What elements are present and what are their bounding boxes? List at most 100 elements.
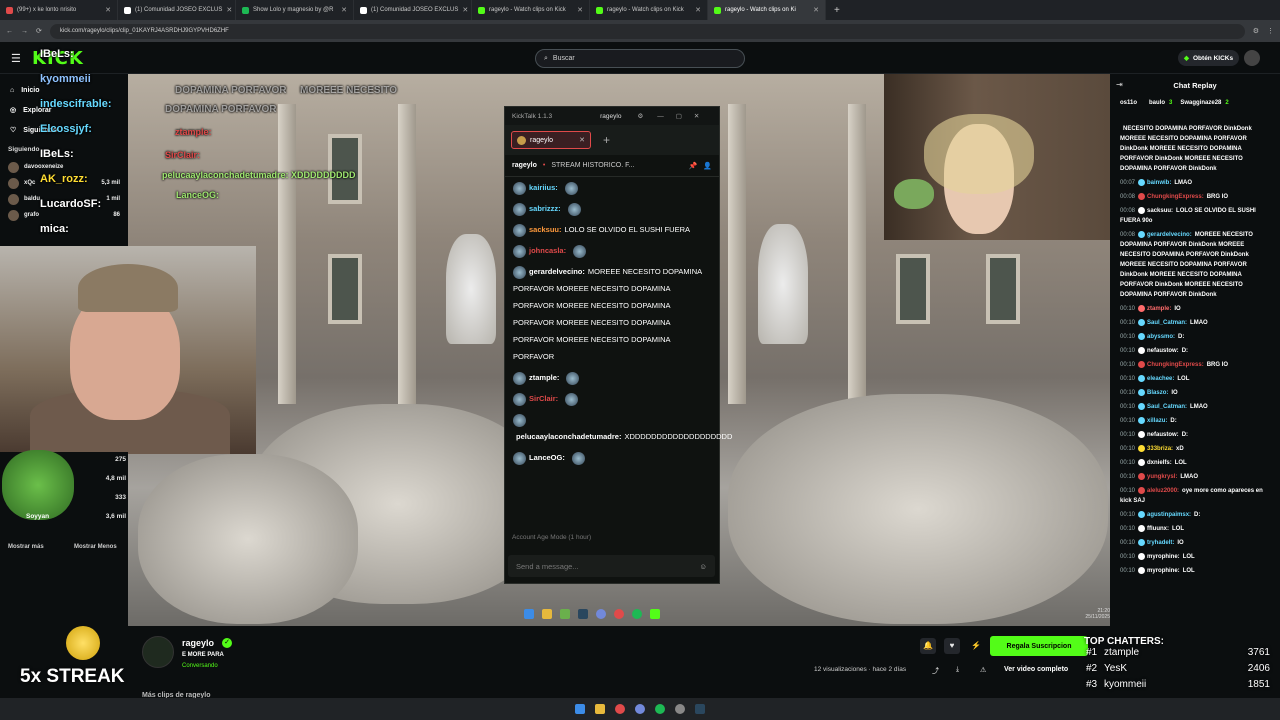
collapse-chat-icon[interactable]: ⇥ bbox=[1116, 80, 1123, 89]
chat-username[interactable]: yungkrysl: bbox=[1147, 474, 1177, 480]
chat-username[interactable]: pelucaaylaconchadetumadre: bbox=[516, 432, 621, 441]
chat-input[interactable]: Send a message... ☺ bbox=[508, 555, 715, 577]
minimize-icon[interactable]: — bbox=[657, 113, 664, 120]
user-avatar[interactable] bbox=[1244, 50, 1260, 66]
emote-picker-icon[interactable]: ☺ bbox=[699, 562, 707, 571]
browser-tab[interactable]: rageylo - Watch clips on Kick ✕ bbox=[472, 0, 590, 20]
chat-username[interactable]: gerardelvecino: bbox=[1147, 232, 1192, 238]
overlay-text: DOPAMINA PORFAVOR bbox=[165, 104, 277, 115]
chat-username[interactable]: sabrizzz: bbox=[529, 204, 561, 213]
gift-icon[interactable]: ⚡ bbox=[968, 638, 984, 654]
back-icon[interactable]: ← bbox=[6, 28, 13, 35]
close-tab-icon[interactable]: ✕ bbox=[226, 6, 232, 14]
chat-username[interactable]: dxnielfs: bbox=[1147, 460, 1172, 466]
chat-username[interactable]: ffluunx: bbox=[1147, 526, 1169, 532]
chat-username[interactable]: nefaustow: bbox=[1147, 432, 1179, 438]
chat-username[interactable]: gerardelvecino: bbox=[529, 267, 585, 276]
maximize-icon[interactable]: ▢ bbox=[676, 112, 682, 120]
chat-username[interactable]: bainwib: bbox=[1147, 180, 1171, 186]
sidebar-item-following[interactable]: 4,8 mil bbox=[70, 469, 126, 488]
chat-username[interactable]: johncasla: bbox=[529, 246, 566, 255]
pin-icon[interactable]: 📌 bbox=[689, 162, 698, 170]
chat-username[interactable]: agustinpaimsx: bbox=[1147, 512, 1191, 518]
browser-tab[interactable]: (99+) x ke lonto nrisito ✕ bbox=[0, 0, 118, 20]
browser-tab[interactable]: rageylo - Watch clips on Kick ✕ bbox=[590, 0, 708, 20]
chat-username[interactable]: ztample: bbox=[1147, 306, 1171, 312]
get-kicks-button[interactable]: ◆ Obtén KICKs bbox=[1178, 50, 1240, 66]
close-tab-icon[interactable]: ✕ bbox=[105, 6, 111, 14]
windows-start-icon[interactable] bbox=[575, 704, 585, 714]
channel-avatar[interactable] bbox=[142, 636, 174, 668]
search-input[interactable]: ⌕ Buscar bbox=[535, 49, 745, 68]
chat-username[interactable]: sacksuu: bbox=[529, 225, 562, 234]
pillar bbox=[848, 104, 866, 404]
discord-icon[interactable] bbox=[635, 704, 645, 714]
browser-tab[interactable]: (1) Comunidad JOSEO EXCLUS ✕ bbox=[118, 0, 236, 20]
add-tab-icon[interactable]: + bbox=[603, 133, 610, 147]
chat-username[interactable]: myrophine: bbox=[1147, 568, 1180, 574]
menu-icon[interactable]: ⋮ bbox=[1267, 27, 1274, 35]
badge-icon bbox=[1138, 318, 1146, 326]
app-icon[interactable] bbox=[675, 704, 685, 714]
show-less-button[interactable]: Mostrar Menos bbox=[74, 544, 117, 550]
badge-icon bbox=[513, 244, 526, 258]
sidebar-item-following[interactable]: Soyyan 3,6 mil bbox=[26, 507, 126, 526]
chat-username[interactable]: Blaszo: bbox=[1147, 390, 1168, 396]
close-tab-icon[interactable]: ✕ bbox=[813, 6, 819, 14]
extensions-icon[interactable]: ⚙ bbox=[1253, 27, 1259, 35]
spotify-icon[interactable] bbox=[655, 704, 665, 714]
new-tab-icon[interactable]: + bbox=[834, 5, 840, 16]
chat-username[interactable]: ztample: bbox=[529, 373, 559, 382]
browser-tab[interactable]: Show Lolo y magnesio by @R ✕ bbox=[236, 0, 354, 20]
chat-username[interactable]: Saul_Catman: bbox=[1147, 404, 1187, 410]
kicktalk-window: KickTalk 1.1.3 rageylo ⚙ — ▢ ✕ rageylo ✕… bbox=[504, 106, 732, 584]
badge-icon bbox=[1138, 524, 1146, 532]
download-icon[interactable]: ⤓ bbox=[956, 666, 959, 674]
chat-username[interactable]: myrophine: bbox=[1147, 554, 1180, 560]
forward-icon[interactable]: → bbox=[21, 28, 28, 35]
chat-username[interactable]: SirClair: bbox=[529, 394, 558, 403]
chat-username[interactable]: Saul_Catman: bbox=[1147, 320, 1187, 326]
close-tab-icon[interactable]: ✕ bbox=[695, 6, 701, 14]
chat-username[interactable]: abyssmo: bbox=[1147, 334, 1175, 340]
sidebar-item-following[interactable]: 333 bbox=[70, 488, 126, 507]
chat-username[interactable]: LanceOG: bbox=[529, 453, 565, 462]
browser-tab[interactable]: rageylo - Watch clips on Ki ✕ bbox=[708, 0, 826, 20]
chat-username[interactable]: 333briza: bbox=[1147, 446, 1173, 452]
chat-username[interactable]: xillazu: bbox=[1147, 418, 1167, 424]
folder-icon[interactable] bbox=[595, 704, 605, 714]
chat-username[interactable]: tryhadelt: bbox=[1147, 540, 1174, 546]
chat-username[interactable]: sacksuu: bbox=[1147, 208, 1173, 214]
browser-tab[interactable]: (1) Comunidad JOSEO EXCLUS ✕ bbox=[354, 0, 472, 20]
hamburger-menu-icon[interactable]: ☰ bbox=[11, 52, 21, 65]
chat-username[interactable]: aleluz2000: bbox=[1147, 488, 1179, 494]
chat-username[interactable]: ChungkingExpress: bbox=[1147, 194, 1204, 200]
tab-rageylo[interactable]: rageylo ✕ bbox=[511, 131, 591, 149]
chat-username[interactable]: nefaustow: bbox=[1147, 348, 1179, 354]
chat-username[interactable]: kairiius: bbox=[529, 183, 558, 192]
settings-icon[interactable]: ⚙ bbox=[637, 112, 643, 120]
url-field[interactable]: kick.com/rageylo/clips/clip_01KAYRJ4ASRD… bbox=[49, 23, 1245, 39]
user-icon[interactable]: 👤 bbox=[703, 162, 712, 170]
report-icon[interactable]: ⚠ bbox=[980, 666, 986, 674]
close-icon[interactable]: ✕ bbox=[694, 112, 699, 120]
chat-username[interactable]: eleachee: bbox=[1147, 376, 1174, 382]
steam-icon[interactable] bbox=[695, 704, 705, 714]
reload-icon[interactable]: ⟳ bbox=[36, 27, 42, 35]
close-tab-icon[interactable]: ✕ bbox=[462, 6, 468, 14]
bell-icon[interactable]: 🔔 bbox=[920, 638, 936, 654]
channel-name[interactable]: rageylo bbox=[182, 638, 214, 648]
sidebar-item-following[interactable]: 275 bbox=[70, 450, 126, 469]
share-icon[interactable]: ⤴ bbox=[932, 666, 939, 676]
close-tab-icon[interactable]: ✕ bbox=[579, 136, 585, 144]
show-more-button[interactable]: Mostrar más bbox=[8, 544, 44, 550]
close-tab-icon[interactable]: ✕ bbox=[577, 6, 583, 14]
gift-sub-button[interactable]: Regala Suscripcion bbox=[990, 636, 1088, 656]
close-tab-icon[interactable]: ✕ bbox=[341, 6, 347, 14]
chat-username[interactable]: ChungkingExpress: bbox=[1147, 362, 1204, 368]
full-video-link[interactable]: Ver video completo bbox=[1004, 666, 1068, 673]
follow-heart-icon[interactable]: ♥ bbox=[944, 638, 960, 654]
chat-text: LMAO bbox=[1190, 320, 1208, 326]
chrome-icon[interactable] bbox=[615, 704, 625, 714]
channel-category[interactable]: Conversando bbox=[182, 663, 218, 669]
